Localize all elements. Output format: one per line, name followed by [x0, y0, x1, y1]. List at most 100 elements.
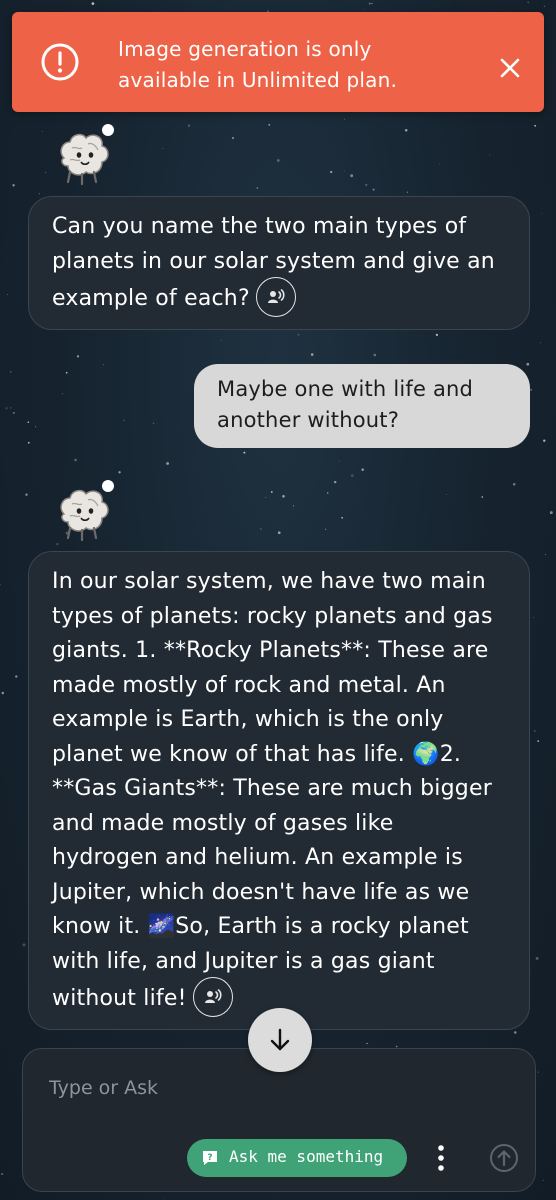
message-line: planet we know of that has life. 🌍2. — [52, 741, 462, 767]
message-line: hydrogen and helium. An example is — [52, 845, 463, 870]
star-dot — [297, 334, 300, 336]
star-dot — [65, 371, 68, 374]
star-dot — [361, 468, 364, 471]
star-dot — [22, 943, 26, 947]
star-dot — [162, 147, 164, 149]
star-dot — [44, 172, 46, 174]
star-dot — [338, 460, 340, 462]
star-dot — [537, 740, 540, 743]
toast-line-2: available in Unlimited plan. — [118, 68, 398, 92]
message-line: know it. 🌌So, Earth is a rocky planet — [52, 914, 469, 939]
message-line: Can you name the two main types of — [52, 214, 467, 239]
star-dot — [15, 675, 18, 678]
star-dot — [534, 124, 537, 127]
star-dot — [435, 333, 439, 337]
message-line: example is Earth, which is the only — [52, 707, 444, 732]
star-dot — [350, 474, 354, 477]
star-dot — [343, 170, 345, 172]
star-dot — [438, 163, 441, 165]
star-dot — [310, 353, 314, 356]
speak-icon — [204, 989, 222, 1003]
star-dot — [231, 136, 235, 140]
star-dot — [542, 1179, 544, 1182]
star-dot — [163, 1197, 165, 1199]
message-line: In our solar system, we have two main — [52, 569, 486, 594]
upgrade-toast: Image generation is only available in Un… — [12, 12, 544, 112]
star-dot — [540, 342, 542, 344]
star-dot — [152, 422, 155, 424]
star-dot — [371, 2, 373, 5]
star-dot — [9, 370, 12, 373]
toast-line-1: Image generation is only — [118, 37, 372, 61]
close-icon[interactable] — [498, 56, 522, 80]
star-dot — [187, 124, 191, 127]
star-dot — [545, 553, 546, 555]
message-line: made mostly of rock and metal. An — [52, 672, 446, 698]
star-dot — [537, 1071, 539, 1073]
star-dot — [27, 421, 30, 423]
star-dot — [256, 186, 259, 189]
star-dot — [366, 1042, 368, 1045]
star-dot — [514, 1031, 517, 1034]
message-line-text: without life! — [52, 986, 187, 1011]
speak-icon — [267, 289, 285, 303]
star-dot — [293, 505, 295, 507]
star-dot — [10, 407, 12, 409]
star-dot — [38, 193, 40, 195]
more-vertical-icon[interactable] — [431, 1141, 451, 1175]
star-dot — [166, 462, 170, 465]
star-dot — [220, 340, 222, 341]
ask-me-something-button[interactable]: ? Ask me something — [187, 1139, 407, 1177]
star-dot — [34, 426, 37, 428]
star-dot — [6, 293, 9, 295]
star-dot — [74, 458, 77, 462]
message-line: types of planets: rocky planets and gas — [52, 603, 493, 629]
star-dot — [344, 118, 345, 120]
star-dot — [512, 482, 516, 486]
star-dot — [527, 1, 529, 3]
speak-button[interactable] — [255, 277, 296, 317]
star-dot — [103, 364, 105, 366]
star-dot — [76, 355, 80, 358]
star-dot — [368, 2, 371, 5]
question-chat-icon: ? — [203, 1151, 217, 1165]
star-dot — [5, 407, 8, 410]
star-dot — [1, 1173, 4, 1176]
star-dot — [363, 8, 365, 10]
star-dot — [268, 123, 271, 126]
star-dot — [481, 496, 484, 498]
brain-mascot-icon — [60, 124, 114, 186]
assistant-message: In our solar system, we have two main ty… — [28, 551, 530, 1030]
message-line-text: example of each? — [52, 286, 250, 311]
star-dot — [530, 389, 532, 391]
star-dot — [282, 495, 285, 498]
arrow-up-circle-icon[interactable] — [489, 1143, 519, 1173]
star-dot — [526, 362, 530, 366]
scroll-down-button[interactable] — [248, 1008, 312, 1072]
star-dot — [270, 491, 273, 493]
star-dot — [549, 511, 553, 515]
assistant-message: Can you name the two main types of plane… — [28, 196, 530, 330]
chat-input[interactable] — [49, 1073, 489, 1103]
star-dot — [277, 531, 281, 535]
message-line: **Gas Giants**: These are much bigger — [52, 776, 492, 801]
user-message: Maybe one with life and another without? — [194, 364, 530, 448]
star-dot — [406, 191, 408, 193]
star-dot — [365, 183, 368, 187]
star-dot — [265, 497, 267, 499]
star-dot — [62, 393, 64, 395]
star-dot — [330, 170, 333, 174]
arrow-down-icon — [270, 1028, 290, 1051]
star-dot — [489, 154, 491, 156]
speak-button[interactable] — [192, 977, 233, 1017]
brain-mascot-icon — [60, 480, 114, 542]
star-dot — [372, 188, 375, 191]
message-line: with life, and Jupiter is a gas giant — [52, 948, 435, 974]
star-dot — [350, 174, 354, 178]
star-dot — [25, 493, 28, 496]
star-dot — [533, 616, 534, 618]
message-line: another without? — [217, 408, 400, 432]
message-line: example of each? — [52, 277, 507, 319]
star-dot — [533, 730, 536, 732]
star-dot — [41, 130, 44, 133]
